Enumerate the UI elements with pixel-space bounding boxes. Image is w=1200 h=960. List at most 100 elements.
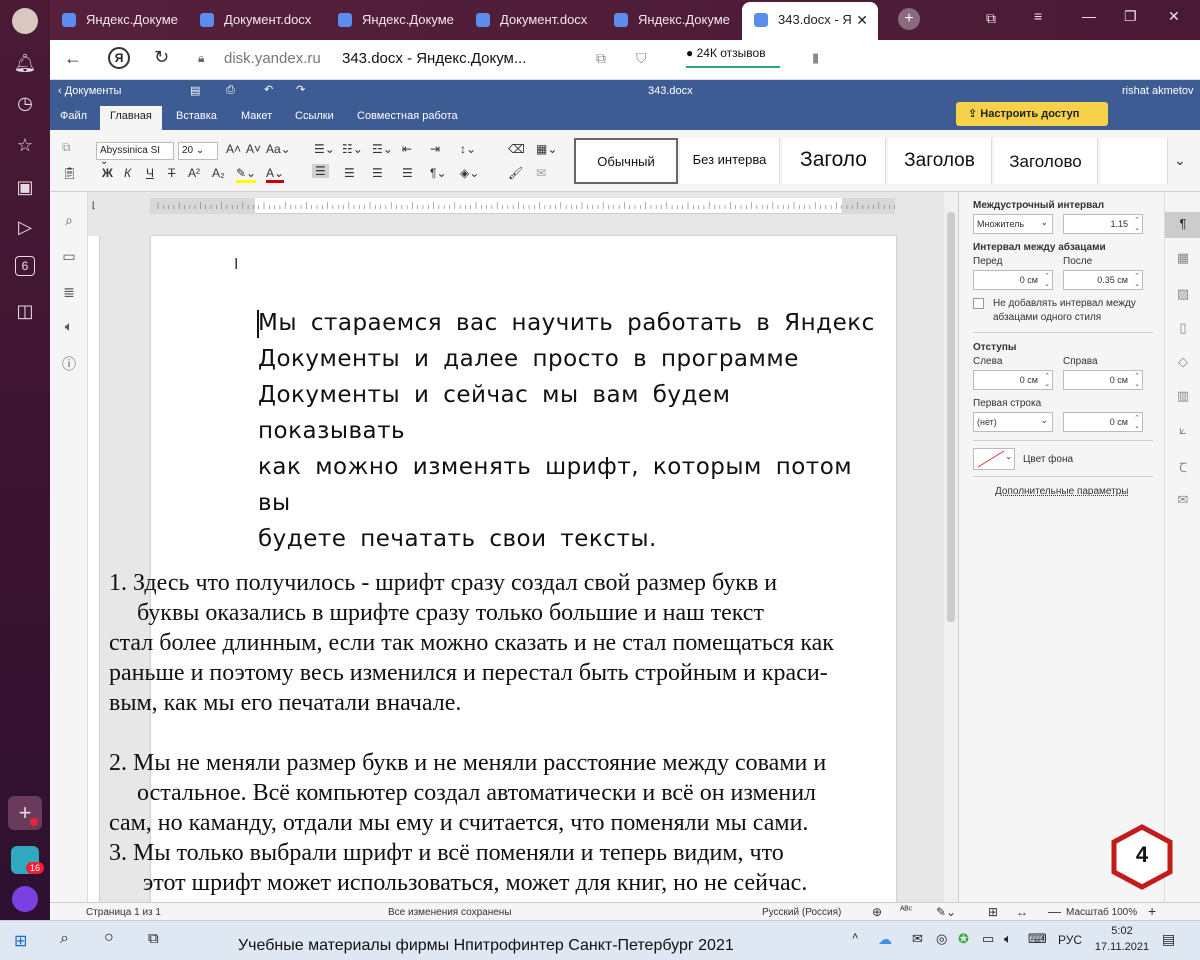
- clock-time[interactable]: 5:02: [1102, 925, 1142, 937]
- info-icon[interactable]: ⓘ: [60, 354, 78, 372]
- justify-icon[interactable]: ☰: [402, 166, 413, 180]
- clear-format-icon[interactable]: ⌫: [508, 142, 525, 156]
- notification-center-icon[interactable]: ▤: [1162, 931, 1175, 948]
- speaker-icon[interactable]: 🔈︎: [60, 318, 78, 336]
- style-normal[interactable]: Обычный: [574, 138, 678, 184]
- increase-indent-icon[interactable]: ⇥: [430, 142, 440, 156]
- subscript-icon[interactable]: A₂: [212, 166, 225, 180]
- scroll-thumb[interactable]: [947, 212, 955, 622]
- spellcheck-icon[interactable]: ᴬᴮᶜ: [900, 905, 912, 916]
- paragraph-marks-icon[interactable]: ¶⌄: [430, 166, 447, 180]
- font-color-icon[interactable]: A⌄: [266, 166, 285, 183]
- page-count[interactable]: Страница 1 из 1: [86, 907, 161, 918]
- tab-layout[interactable]: Макет: [241, 110, 272, 122]
- browser-tab[interactable]: Документ.docx: [464, 4, 600, 36]
- task-view-icon[interactable]: ⧉: [148, 930, 159, 947]
- doc-line[interactable]: Документы и сейчас мы вам будем: [258, 382, 730, 408]
- doc-line[interactable]: как можно изменять шрифт, которым потом: [258, 454, 852, 480]
- reviews-badge[interactable]: ● 24К отзывов: [686, 46, 766, 60]
- history-icon[interactable]: ◷: [12, 90, 38, 116]
- clock-date[interactable]: 17.11.2021: [1092, 941, 1152, 953]
- copy-icon[interactable]: ⧉: [596, 50, 606, 67]
- no-space-checkbox[interactable]: [973, 298, 984, 309]
- star-icon[interactable]: ☆: [12, 132, 38, 158]
- print-icon[interactable]: ⎙: [226, 84, 235, 97]
- change-case-icon[interactable]: Aa⌄: [266, 142, 291, 156]
- tab-insert[interactable]: Вставка: [176, 110, 217, 122]
- background-color-picker[interactable]: ⌄: [973, 448, 1015, 470]
- horizontal-ruler[interactable]: [150, 198, 895, 214]
- meet-icon[interactable]: ✉: [912, 931, 923, 947]
- superscript-icon[interactable]: A²: [188, 166, 200, 180]
- page-title[interactable]: 343.docx - Яндекс.Докум...: [342, 50, 526, 67]
- browser-tab[interactable]: Яндекс.Докуме: [602, 4, 738, 36]
- paste-icon[interactable]: 📋︎: [62, 166, 77, 180]
- align-left-icon[interactable]: ☰: [312, 164, 329, 178]
- first-line-input[interactable]: 0 см: [1063, 412, 1143, 432]
- share-button[interactable]: ⇪ Настроить доступ: [956, 102, 1108, 126]
- shape-settings-icon[interactable]: ◇: [1174, 354, 1192, 372]
- line-spacing-input[interactable]: 1.15: [1063, 214, 1143, 234]
- tab-stop-icon[interactable]: ⌊: [92, 200, 96, 211]
- doc-line[interactable]: Документы и далее просто в программе: [258, 346, 799, 372]
- navigation-icon[interactable]: ≣: [60, 284, 78, 302]
- vertical-ruler[interactable]: [88, 236, 100, 902]
- multilevel-list-icon[interactable]: ☲⌄: [372, 142, 393, 156]
- zoom-level[interactable]: Масштаб 100%: [1066, 907, 1137, 918]
- bookmarks-icon[interactable]: ⧉: [986, 10, 996, 27]
- line-spacing-icon[interactable]: ↕⌄: [460, 142, 476, 156]
- track-changes-icon[interactable]: ✎⌄: [936, 905, 956, 919]
- comments-icon[interactable]: ▭: [60, 248, 78, 266]
- shading-icon[interactable]: ◈⌄: [460, 166, 479, 180]
- indent-right-input[interactable]: 0 см: [1063, 370, 1143, 390]
- onedrive-icon[interactable]: ☁: [878, 931, 892, 948]
- bold-icon[interactable]: Ж: [102, 166, 113, 180]
- fit-width-icon[interactable]: ↔: [1016, 905, 1028, 919]
- network-icon[interactable]: ▭: [982, 931, 994, 947]
- protect-icon[interactable]: ⛉: [636, 50, 647, 67]
- textart-settings-icon[interactable]: ⟀: [1174, 422, 1192, 440]
- font-size-select[interactable]: 20 ⌄: [178, 142, 218, 160]
- doc-line[interactable]: вы: [258, 490, 291, 516]
- address-domain[interactable]: disk.yandex.ru: [224, 50, 321, 67]
- volume-icon[interactable]: 🔈︎: [1004, 931, 1012, 947]
- browser-tab[interactable]: Яндекс.Докуме: [326, 4, 462, 36]
- notifications-count-icon[interactable]: 6: [15, 256, 35, 276]
- decrease-indent-icon[interactable]: ⇤: [402, 142, 412, 156]
- mail-merge-settings-icon[interactable]: ✉: [1174, 492, 1192, 510]
- input-language[interactable]: РУС: [1058, 933, 1082, 947]
- add-panel-icon[interactable]: +: [8, 796, 42, 830]
- close-window-icon[interactable]: ✕: [1168, 8, 1180, 25]
- more-params-link[interactable]: Дополнительные параметры: [995, 486, 1128, 497]
- underline-icon[interactable]: Ч: [146, 166, 154, 180]
- strikethrough-icon[interactable]: Т: [168, 166, 175, 180]
- first-line-select[interactable]: (нет): [973, 412, 1053, 432]
- copy-format-icon[interactable]: ⧉: [62, 140, 71, 155]
- menu-icon[interactable]: ≡: [1034, 8, 1042, 24]
- mail-merge-icon[interactable]: ✉: [536, 166, 546, 180]
- back-arrow-icon[interactable]: ←: [64, 48, 82, 69]
- search-icon[interactable]: ⌕: [60, 930, 69, 948]
- bookmark-icon[interactable]: ▮: [812, 50, 819, 66]
- close-tab-icon[interactable]: ✕: [856, 12, 868, 29]
- camera-icon[interactable]: ◫: [12, 298, 38, 324]
- align-center-icon[interactable]: ☰: [344, 166, 355, 180]
- doc-line[interactable]: будете печатать свои тексты.: [258, 526, 657, 552]
- browser-tab[interactable]: Документ.docx: [188, 4, 324, 36]
- fit-page-icon[interactable]: ⊞: [988, 905, 998, 919]
- before-input[interactable]: 0 см: [973, 270, 1053, 290]
- zoom-in-icon[interactable]: +: [1148, 903, 1156, 919]
- windows-start-icon[interactable]: ⊞: [14, 931, 27, 951]
- font-name-select[interactable]: Abyssinica SI ⌄: [96, 142, 174, 167]
- save-icon[interactable]: ▤: [190, 84, 200, 97]
- style-heading-2[interactable]: Заголов: [888, 138, 992, 184]
- doc-line[interactable]: Мы стараемся вас научить работать в Янде…: [258, 310, 875, 336]
- security-icon[interactable]: ✪: [958, 931, 969, 947]
- new-tab-button[interactable]: +: [898, 8, 920, 30]
- numbering-icon[interactable]: ☷⌄: [342, 142, 363, 156]
- align-right-icon[interactable]: ☰: [372, 166, 383, 180]
- header-footer-icon[interactable]: ▯: [1174, 320, 1192, 338]
- language-select[interactable]: Русский (Россия): [762, 907, 841, 918]
- after-input[interactable]: 0.35 см: [1063, 270, 1143, 290]
- collections-icon[interactable]: ▣: [12, 174, 38, 200]
